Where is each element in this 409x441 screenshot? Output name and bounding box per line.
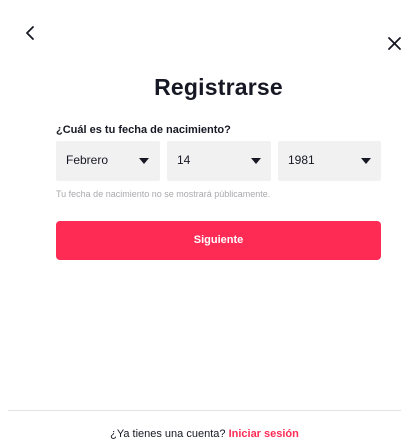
next-button[interactable]: Siguiente bbox=[56, 221, 381, 260]
back-button[interactable] bbox=[22, 24, 40, 42]
birthdate-question-label: ¿Cuál es tu fecha de nacimiento? bbox=[56, 124, 231, 136]
footer: ¿Ya tienes una cuenta? Iniciar sesión bbox=[0, 428, 409, 440]
page-title: Registrarse bbox=[154, 74, 283, 100]
caret-down-icon bbox=[361, 158, 371, 164]
day-select[interactable]: 14 bbox=[167, 141, 271, 181]
month-select-value: Febrero bbox=[66, 153, 109, 167]
close-button[interactable] bbox=[386, 35, 404, 53]
login-prompt: ¿Ya tienes una cuenta? bbox=[110, 428, 226, 440]
birthdate-hint: Tu fecha de nacimiento no se mostrará pú… bbox=[56, 189, 271, 199]
close-icon bbox=[388, 37, 401, 50]
year-select-value: 1981 bbox=[288, 153, 315, 167]
caret-down-icon bbox=[139, 158, 149, 164]
footer-divider bbox=[8, 410, 401, 411]
month-select[interactable]: Febrero bbox=[56, 141, 160, 181]
caret-down-icon bbox=[251, 158, 261, 164]
day-select-value: 14 bbox=[177, 153, 191, 167]
chevron-left-icon bbox=[26, 26, 34, 40]
login-link[interactable]: Iniciar sesión bbox=[229, 428, 299, 440]
year-select[interactable]: 1981 bbox=[278, 141, 381, 181]
